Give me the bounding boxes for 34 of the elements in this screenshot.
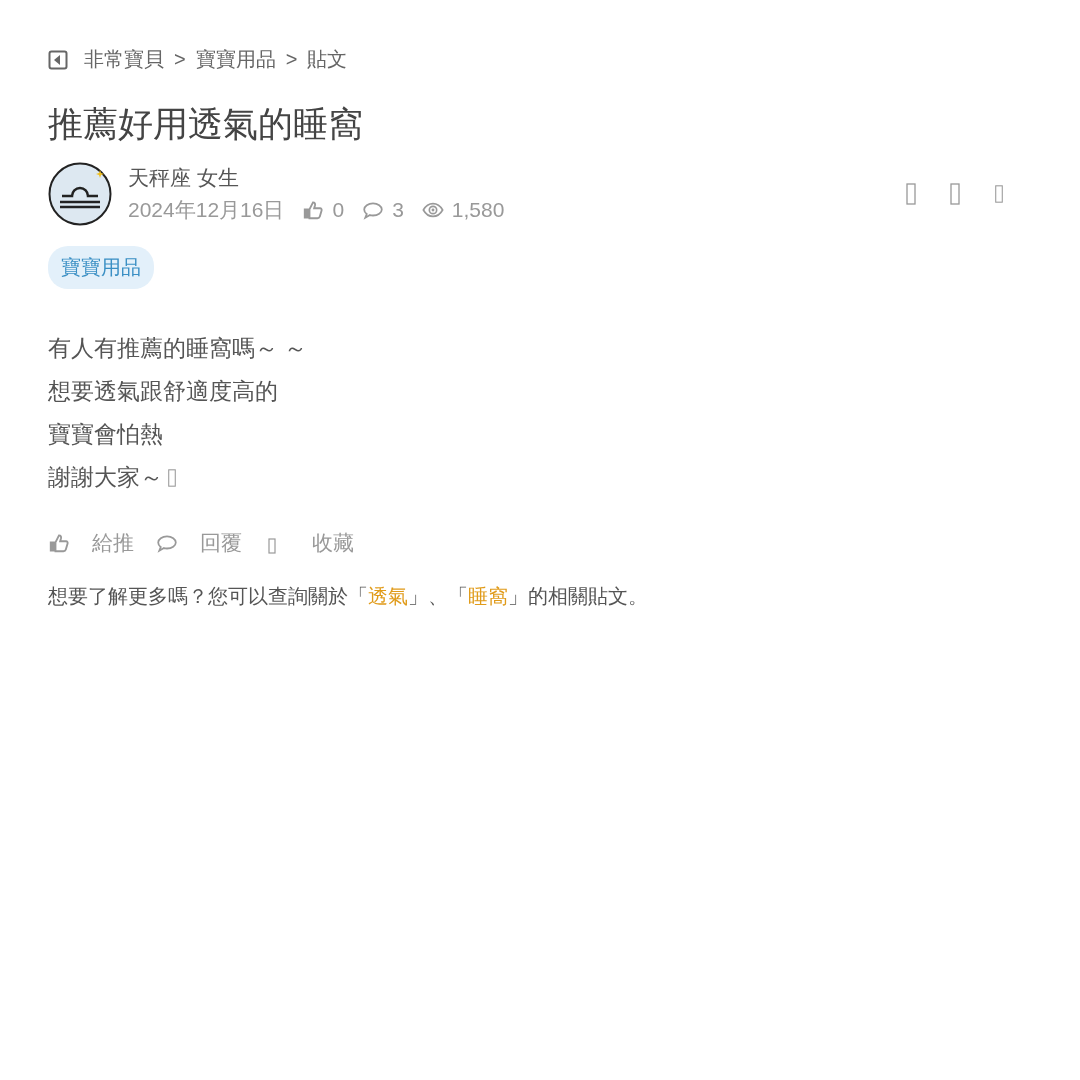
like-button[interactable]: 給推: [92, 529, 134, 557]
post-text: 有人有推薦的睡窩嗎～ ～: [48, 334, 308, 363]
related-posts-text: 想要了解更多嗎？您可以查詢關於「透氣」、「睡窩」的相關貼文。: [48, 584, 649, 609]
reply-button[interactable]: 回覆: [200, 529, 242, 557]
missing-glyph-icon: [950, 183, 960, 205]
author-name[interactable]: 天秤座 女生: [128, 164, 890, 192]
missing-glyph-icon: [268, 538, 276, 554]
missing-glyph-icon: [167, 468, 177, 487]
comment-count: 3: [392, 198, 404, 222]
keyword-link[interactable]: 睡窩: [468, 585, 508, 607]
category-tag[interactable]: 寶寶用品: [48, 246, 154, 289]
breadcrumb-link[interactable]: 寶寶用品: [195, 46, 276, 73]
like-count: 0: [332, 198, 345, 222]
thumbs-up-icon: [302, 200, 325, 220]
breadcrumb-separator: >: [285, 48, 298, 71]
post-text: 謝謝大家～: [48, 463, 163, 492]
missing-glyph-icon: [906, 183, 916, 205]
thumbs-up-icon: [48, 533, 70, 553]
save-button[interactable]: 收藏: [312, 529, 354, 557]
keyword-link[interactable]: 透氣: [368, 585, 408, 607]
breadcrumb-link[interactable]: 貼文: [307, 46, 348, 73]
view-count: 1,580: [451, 198, 505, 222]
post-title: 推薦好用透氣的睡窩: [48, 103, 364, 145]
comment-icon: [156, 533, 178, 553]
missing-glyph-icon: [994, 185, 1004, 203]
post-text: 寶寶會怕熱: [48, 420, 163, 449]
libra-avatar-icon: [48, 162, 112, 226]
back-icon[interactable]: [48, 49, 68, 70]
post-date: 2024年12月16日: [128, 197, 285, 223]
breadcrumb-link[interactable]: 非常寶貝: [84, 46, 164, 73]
eye-icon: [421, 200, 444, 220]
breadcrumb-separator: >: [174, 48, 186, 71]
post-text: 想要透氣跟舒適度高的: [48, 377, 278, 406]
comment-icon: [362, 200, 385, 220]
